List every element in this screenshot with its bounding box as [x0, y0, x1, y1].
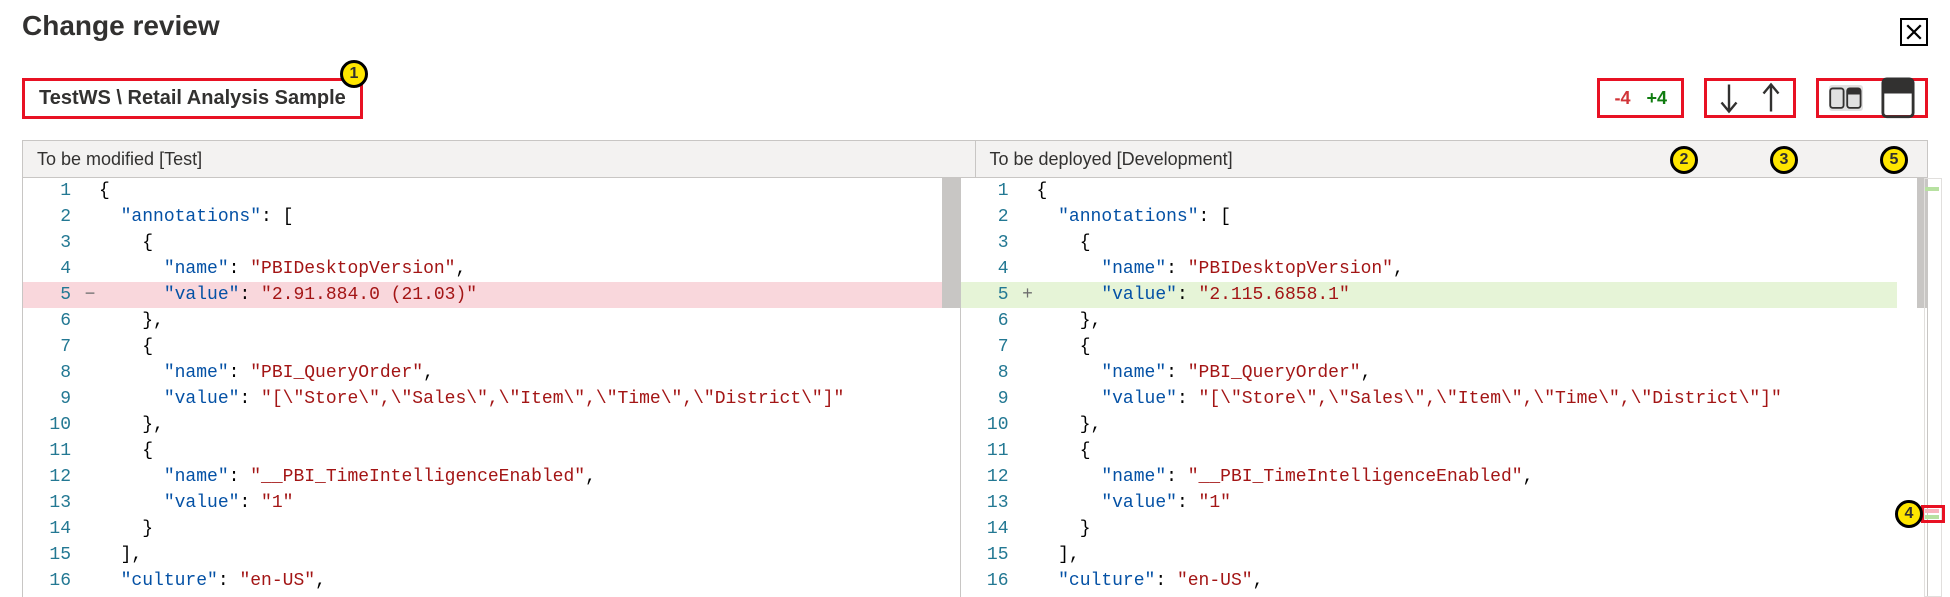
callout-5: 5 — [1880, 146, 1908, 174]
diff-counts: -4 +4 — [1597, 78, 1684, 118]
arrow-down-icon — [1717, 80, 1741, 116]
overview-ruler[interactable] — [1924, 178, 1942, 597]
left-pane-header: To be modified [Test] — [22, 140, 976, 178]
callout-2: 2 — [1670, 146, 1698, 174]
added-line: 5+ "value": "2.115.6858.1" — [961, 282, 1898, 308]
callout-4: 4 — [1895, 500, 1923, 528]
side-by-side-view-button[interactable] — [1829, 85, 1863, 111]
callout-1: 1 — [340, 60, 368, 88]
scrollbar-left[interactable] — [942, 178, 960, 308]
breadcrumb: TestWS \ Retail Analysis Sample — [22, 78, 363, 119]
overview-added-mark — [1925, 187, 1939, 191]
callout-3: 3 — [1770, 146, 1798, 174]
right-pane[interactable]: 1{ 2 "annotations": [ 3 { 4 "name": "PBI… — [960, 178, 1928, 597]
line-number: 1 — [23, 178, 81, 204]
left-pane[interactable]: 1{ 2 "annotations": [ 3 { 4 "name": "PBI… — [23, 178, 960, 597]
page-title: Change review — [0, 0, 1950, 42]
added-count: +4 — [1642, 88, 1671, 109]
prev-change-button[interactable] — [1759, 86, 1783, 110]
arrow-up-icon — [1759, 80, 1783, 116]
removed-line: 5− "value": "2.91.884.0 (21.03)" — [23, 282, 960, 308]
removed-count: -4 — [1610, 88, 1634, 109]
diff-area: 1{ 2 "annotations": [ 3 { 4 "name": "PBI… — [22, 178, 1928, 597]
view-toggle — [1816, 78, 1928, 118]
line-number: 1 — [961, 178, 1019, 204]
inline-view-icon — [1881, 77, 1915, 119]
next-change-button[interactable] — [1717, 86, 1741, 110]
side-by-side-icon — [1829, 86, 1863, 110]
overview-highlight — [1921, 505, 1945, 523]
close-icon — [1905, 23, 1923, 41]
inline-view-button[interactable] — [1881, 85, 1915, 111]
close-button[interactable] — [1900, 18, 1928, 46]
diff-nav — [1704, 78, 1796, 118]
